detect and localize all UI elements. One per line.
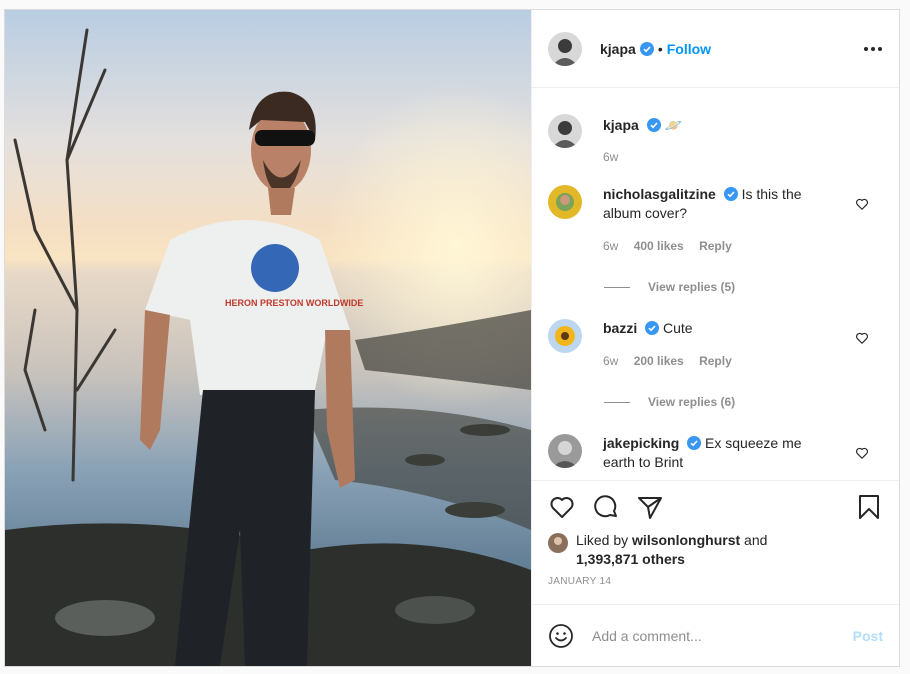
comment-like-heart-icon[interactable] <box>855 446 869 460</box>
liked-by-user[interactable]: wilsonlonghurst <box>632 532 740 548</box>
add-comment-bar: Post <box>532 604 899 666</box>
header-username[interactable]: kjapa <box>600 41 636 57</box>
emoji-icon[interactable] <box>548 623 574 649</box>
post-date[interactable]: JANUARY 14 <box>548 576 883 587</box>
avatar[interactable] <box>548 114 582 148</box>
comment-like-heart-icon[interactable] <box>855 197 869 211</box>
post-container: HERON PRESTON WORLDWIDE kjapa • Follow k… <box>4 9 900 667</box>
avatar[interactable] <box>548 533 568 553</box>
comment-username[interactable]: jakepicking <box>603 435 679 451</box>
post-comment-button[interactable]: Post <box>853 628 883 644</box>
avatar[interactable] <box>548 319 582 353</box>
likes-and: and <box>740 532 768 548</box>
caption-username[interactable]: kjapa <box>603 117 639 133</box>
post-photo[interactable]: HERON PRESTON WORLDWIDE <box>5 10 531 666</box>
comment-username[interactable]: bazzi <box>603 320 637 336</box>
like-heart-icon[interactable] <box>548 493 576 521</box>
verified-badge-icon <box>687 436 702 450</box>
replies-divider <box>604 286 630 288</box>
bookmark-save-icon[interactable] <box>855 493 883 521</box>
comment-bubble-icon[interactable] <box>592 493 620 521</box>
post-header: kjapa • Follow <box>532 10 899 88</box>
view-replies-button[interactable]: View replies (5) <box>604 280 883 294</box>
share-paper-plane-icon[interactable] <box>636 493 664 521</box>
comments-list[interactable]: kjapa 🪐 6w nicholasgalitzine Is this the… <box>532 88 899 480</box>
reply-button[interactable]: Reply <box>699 354 732 368</box>
comment-item: nicholasgalitzine Is this the album cove… <box>548 185 883 256</box>
caption-time[interactable]: 6w <box>603 150 618 164</box>
comment-like-heart-icon[interactable] <box>855 331 869 345</box>
view-replies-label: View replies (6) <box>648 395 736 409</box>
verified-badge-icon <box>639 41 654 56</box>
view-replies-label: View replies (5) <box>648 280 736 294</box>
caption-text: 🪐 <box>664 117 683 133</box>
comment-item: bazzi Cute 6w 200 likes Reply <box>548 319 883 371</box>
caption: kjapa 🪐 6w <box>548 114 883 167</box>
likes-summary[interactable]: Liked by wilsonlonghurst and 1,393,871 o… <box>548 532 883 569</box>
svg-text:HERON PRESTON WORLDWIDE: HERON PRESTON WORLDWIDE <box>225 298 363 308</box>
comment-time[interactable]: 6w <box>603 354 618 368</box>
action-icons <box>548 481 883 533</box>
comment-username[interactable]: nicholasgalitzine <box>603 186 716 202</box>
comment-input[interactable] <box>592 627 853 644</box>
separator-dot: • <box>657 40 663 57</box>
comment-item: jakepicking Ex squeeze me earth to Brint <box>548 434 883 472</box>
avatar[interactable] <box>548 31 582 66</box>
verified-badge-icon <box>645 321 660 335</box>
post-actions: Liked by wilsonlonghurst and 1,393,871 o… <box>532 480 899 604</box>
comment-likes[interactable]: 200 likes <box>634 354 684 368</box>
verified-badge-icon <box>723 187 738 201</box>
avatar[interactable] <box>548 434 582 468</box>
verified-badge-icon <box>646 118 661 132</box>
comment-text: Cute <box>663 320 693 336</box>
comment-time[interactable]: 6w <box>603 239 618 253</box>
comment-likes[interactable]: 400 likes <box>634 239 684 253</box>
post-sidebar: kjapa • Follow kjapa 🪐 6w nicholasgalitz… <box>531 10 899 666</box>
reply-button[interactable]: Reply <box>699 239 732 253</box>
replies-divider <box>604 401 630 403</box>
view-replies-button[interactable]: View replies (6) <box>604 395 883 409</box>
more-options-icon[interactable] <box>863 39 883 59</box>
likes-others[interactable]: 1,393,871 others <box>576 551 685 567</box>
follow-button[interactable]: Follow <box>667 41 711 57</box>
avatar[interactable] <box>548 185 582 219</box>
likes-prefix: Liked by <box>576 532 633 548</box>
